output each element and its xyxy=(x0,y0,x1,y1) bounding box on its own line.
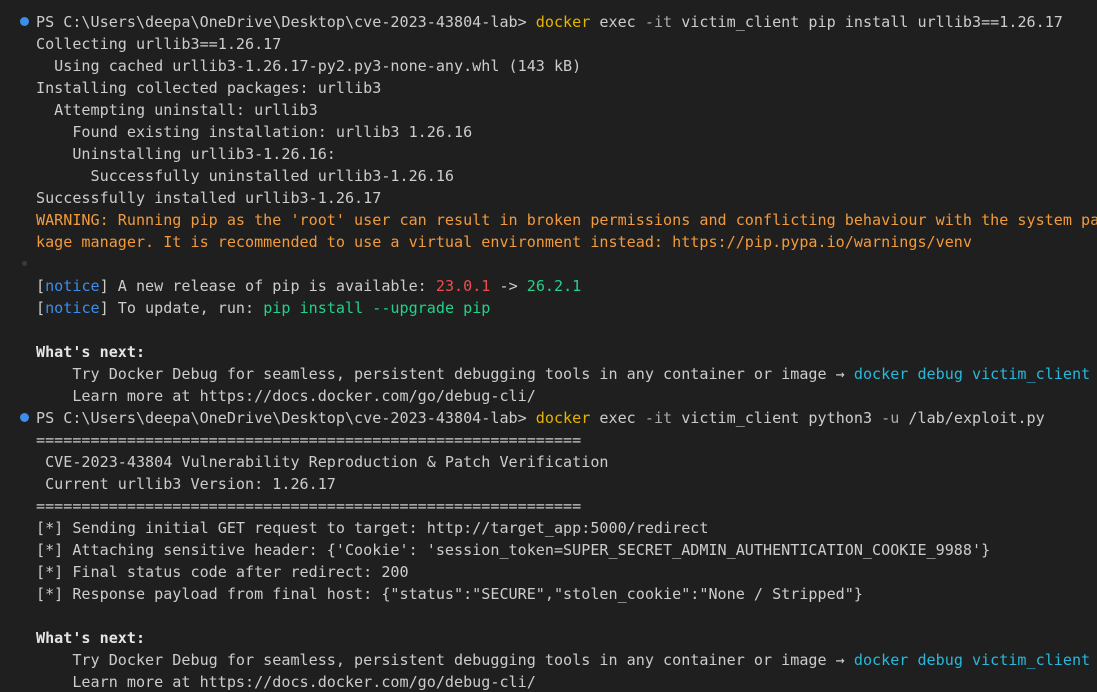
terminal-text-segment: Try Docker Debug for seamless, persisten… xyxy=(36,651,854,669)
terminal-line: Collecting urllib3==1.26.17 xyxy=(36,33,281,55)
terminal-text-segment: What's next: xyxy=(36,343,146,361)
terminal-text-segment: WARNING: Running pip as the 'root' user … xyxy=(36,211,1097,229)
terminal-text-segment: Collecting urllib3==1.26.17 xyxy=(36,35,282,53)
terminal-text-segment: [*] Attaching sensitive header: {'Cookie… xyxy=(36,541,991,559)
terminal-text-segment: exec xyxy=(590,13,645,31)
terminal-output[interactable]: PS C:\Users\deepa\OneDrive\Desktop\cve-2… xyxy=(0,0,1097,692)
command-status-dot-icon[interactable] xyxy=(20,413,29,422)
prompt-command-line: PS C:\Users\deepa\OneDrive\Desktop\cve-2… xyxy=(36,11,1063,33)
terminal-text-segment: -it xyxy=(644,13,673,31)
terminal-text-segment: kage manager. It is recommended to use a… xyxy=(36,233,972,251)
terminal-line: Attempting uninstall: urllib3 xyxy=(36,99,318,121)
prompt-command-line: PS C:\Users\deepa\OneDrive\Desktop\cve-2… xyxy=(36,407,1045,429)
terminal-line: [notice] To update, run: pip install --u… xyxy=(36,297,490,319)
terminal-text-segment: Successfully installed urllib3-1.26.17 xyxy=(36,189,382,207)
terminal-line: Try Docker Debug for seamless, persisten… xyxy=(36,649,1090,671)
terminal-text-segment: What's next: xyxy=(36,629,146,647)
terminal-line: Learn more at https://docs.docker.com/go… xyxy=(36,385,536,407)
terminal-line: WARNING: Running pip as the 'root' user … xyxy=(36,209,1097,231)
terminal-text-segment: Attempting uninstall: urllib3 xyxy=(36,101,318,119)
terminal-text-segment: exec xyxy=(590,409,645,427)
terminal-text-segment: PS C:\Users\deepa\OneDrive\Desktop\cve-2… xyxy=(36,13,536,31)
terminal-text-segment: CVE-2023-43804 Vulnerability Reproductio… xyxy=(36,453,609,471)
terminal-line: Try Docker Debug for seamless, persisten… xyxy=(36,363,1090,385)
terminal-text-segment: Learn more at https://docs.docker.com/go… xyxy=(36,673,536,691)
terminal-line: [*] Final status code after redirect: 20… xyxy=(36,561,409,583)
terminal-text-segment: /lab/exploit.py xyxy=(899,409,1045,427)
terminal-line: Using cached urllib3-1.26.17-py2.py3-non… xyxy=(36,55,581,77)
terminal-text-segment: Uninstalling urllib3-1.26.16: xyxy=(36,145,336,163)
terminal-text-segment: docker xyxy=(535,13,591,31)
terminal-text-segment: [ xyxy=(36,299,46,317)
terminal-text-segment: notice xyxy=(45,277,100,295)
terminal-line: ========================================… xyxy=(36,495,581,517)
terminal-text-segment: Learn more at https://docs.docker.com/go… xyxy=(36,387,536,405)
terminal-text-segment: [*] Response payload from final host: {"… xyxy=(36,585,863,603)
terminal-text-segment: notice xyxy=(45,299,100,317)
terminal-text-segment: -it xyxy=(644,409,673,427)
terminal-text-segment: [ xyxy=(36,277,46,295)
terminal-line: Learn more at https://docs.docker.com/go… xyxy=(36,671,536,692)
terminal-text-segment: ========================================… xyxy=(36,497,582,515)
terminal-line: [notice] A new release of pip is availab… xyxy=(36,275,581,297)
terminal-line: CVE-2023-43804 Vulnerability Reproductio… xyxy=(36,451,609,473)
terminal-line: Found existing installation: urllib3 1.2… xyxy=(36,121,472,143)
terminal-line: Successfully installed urllib3-1.26.17 xyxy=(36,187,381,209)
terminal-line: What's next: xyxy=(36,341,145,363)
terminal-text-segment: Try Docker Debug for seamless, persisten… xyxy=(36,365,854,383)
terminal-line: [*] Sending initial GET request to targe… xyxy=(36,517,708,539)
command-separator-icon xyxy=(22,261,27,266)
terminal-text-segment: Current urllib3 Version: 1.26.17 xyxy=(36,475,336,493)
terminal-text-segment: Installing collected packages: urllib3 xyxy=(36,79,382,97)
terminal-text-segment: 23.0.1 xyxy=(435,277,491,295)
terminal-text-segment: Using cached urllib3-1.26.17-py2.py3-non… xyxy=(36,57,582,75)
terminal-text-segment: ========================================… xyxy=(36,431,582,449)
terminal-text-segment: PS C:\Users\deepa\OneDrive\Desktop\cve-2… xyxy=(36,409,536,427)
terminal-line: kage manager. It is recommended to use a… xyxy=(36,231,972,253)
terminal-text-segment: ] A new release of pip is available: xyxy=(99,277,436,295)
terminal-line: What's next: xyxy=(36,627,145,649)
terminal-text-segment: docker xyxy=(535,409,591,427)
terminal-text-segment: docker debug victim_client xyxy=(853,365,1091,383)
command-status-dot-icon[interactable] xyxy=(20,17,29,26)
terminal-line: Current urllib3 Version: 1.26.17 xyxy=(36,473,336,495)
terminal-line: Installing collected packages: urllib3 xyxy=(36,77,381,99)
terminal-text-segment: -u xyxy=(881,409,900,427)
terminal-text-segment: Found existing installation: urllib3 1.2… xyxy=(36,123,473,141)
terminal-text-segment: pip install --upgrade pip xyxy=(263,299,491,317)
terminal-text-segment: Successfully uninstalled urllib3-1.26.16 xyxy=(36,167,455,185)
terminal-text-segment: docker debug victim_client xyxy=(853,651,1091,669)
terminal-text-segment: ] To update, run: xyxy=(99,299,264,317)
terminal-line: [*] Attaching sensitive header: {'Cookie… xyxy=(36,539,990,561)
terminal-text-segment: victim_client pip install urllib3==1.26.… xyxy=(672,13,1063,31)
terminal-text-segment: [*] Final status code after redirect: 20… xyxy=(36,563,409,581)
terminal-text-segment: [*] Sending initial GET request to targe… xyxy=(36,519,709,537)
terminal-line: Successfully uninstalled urllib3-1.26.16 xyxy=(36,165,455,187)
terminal-text-segment: victim_client python3 xyxy=(672,409,882,427)
terminal-text-segment: -> xyxy=(490,277,527,295)
terminal-line: Uninstalling urllib3-1.26.16: xyxy=(36,143,336,165)
terminal-line: [*] Response payload from final host: {"… xyxy=(36,583,863,605)
terminal-text-segment: 26.2.1 xyxy=(526,277,582,295)
terminal-line: ========================================… xyxy=(36,429,581,451)
